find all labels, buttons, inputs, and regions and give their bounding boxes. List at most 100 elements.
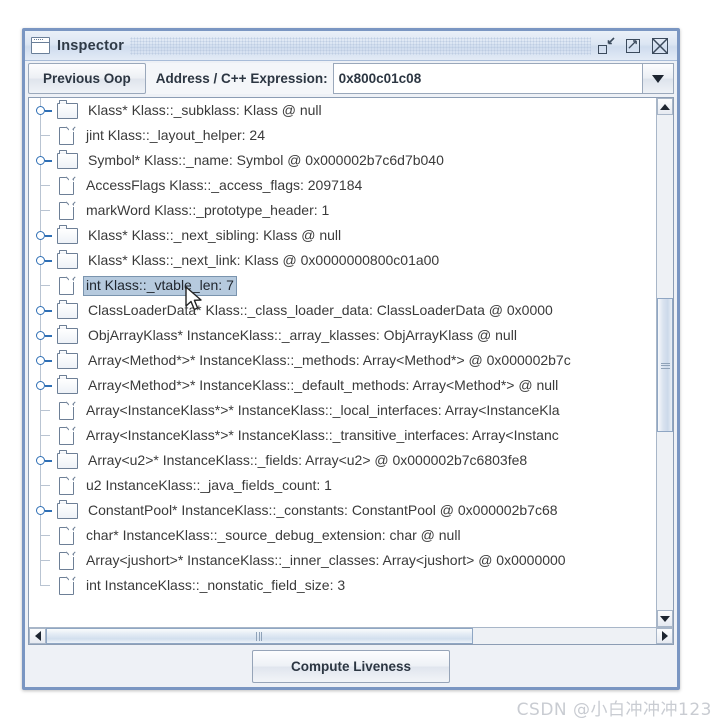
tree-row[interactable]: Symbol* Klass::_name: Symbol @ 0x000002b…	[29, 148, 574, 173]
tree-expand-toggle[interactable]	[35, 248, 57, 273]
tree-expand-toggle[interactable]	[35, 498, 57, 523]
expand-handle-stem	[45, 235, 52, 237]
tree-row[interactable]: Klass* Klass::_subklass: Klass @ null	[29, 98, 574, 123]
document-icon	[59, 526, 74, 545]
tree-row-label: jint Klass::_layout_helper: 24	[86, 126, 265, 143]
tree-expand-toggle[interactable]	[35, 298, 57, 323]
address-label: Address / C++ Expression:	[145, 63, 333, 94]
document-icon	[59, 276, 74, 295]
previous-oop-button[interactable]: Previous Oop	[28, 63, 146, 94]
tree-horizontal-scrollbar[interactable]	[29, 627, 673, 644]
tree-row-label: Symbol* Klass::_name: Symbol @ 0x000002b…	[88, 151, 444, 168]
folder-icon	[57, 150, 78, 169]
folder-icon	[57, 325, 78, 344]
scroll-left-button[interactable]	[29, 628, 46, 644]
tree-viewport[interactable]: Klass* Klass::_subklass: Klass @ nulljin…	[29, 98, 656, 627]
tree-row-label: ClassLoaderData* Klass::_class_loader_da…	[88, 301, 553, 318]
tree-leaf-connector	[35, 198, 57, 223]
tree-row[interactable]: Array<InstanceKlass*>* InstanceKlass::_t…	[29, 423, 574, 448]
folder-icon	[57, 250, 78, 269]
tree-row[interactable]: Klass* Klass::_next_sibling: Klass @ nul…	[29, 223, 574, 248]
scroll-right-button[interactable]	[656, 628, 673, 644]
tree-row[interactable]: int Klass::_vtable_len: 7	[29, 273, 574, 298]
tree-leaf-connector	[35, 273, 57, 298]
folder-icon	[57, 500, 78, 519]
expand-handle-icon	[36, 456, 45, 465]
tree-row-label: Array<InstanceKlass*>* InstanceKlass::_l…	[86, 401, 560, 418]
tree-row[interactable]: Klass* Klass::_next_link: Klass @ 0x0000…	[29, 248, 574, 273]
tree-expand-toggle[interactable]	[35, 148, 57, 173]
expand-handle-stem	[45, 385, 52, 387]
folder-icon	[57, 100, 78, 119]
tree-vertical-scrollbar[interactable]	[656, 98, 673, 627]
expand-handle-icon	[36, 506, 45, 515]
compute-liveness-button[interactable]: Compute Liveness	[251, 649, 451, 683]
close-button[interactable]	[651, 37, 669, 55]
tree-row[interactable]: ClassLoaderData* Klass::_class_loader_da…	[29, 298, 574, 323]
tree-row[interactable]: jint Klass::_layout_helper: 24	[29, 123, 574, 148]
tree-row[interactable]: AccessFlags Klass::_access_flags: 209718…	[29, 173, 574, 198]
tree-row[interactable]: Array<Method*>* InstanceKlass::_methods:…	[29, 348, 574, 373]
address-input[interactable]: 0x800c01c08	[332, 63, 642, 94]
tree-leaf-connector	[35, 473, 57, 498]
tree-row[interactable]: Array<u2>* InstanceKlass::_fields: Array…	[29, 448, 574, 473]
tree-row[interactable]: markWord Klass::_prototype_header: 1	[29, 198, 574, 223]
footer-bar: Compute Liveness	[25, 645, 677, 687]
window-icon	[31, 37, 50, 54]
address-dropdown-button[interactable]	[642, 63, 674, 94]
tree-row[interactable]: Array<jushort>* InstanceKlass::_inner_cl…	[29, 548, 574, 573]
tree-expand-toggle[interactable]	[35, 323, 57, 348]
tree-row-label: Klass* Klass::_subklass: Klass @ null	[88, 101, 322, 118]
tree-row[interactable]: ConstantPool* InstanceKlass::_constants:…	[29, 498, 574, 523]
maximize-button[interactable]	[624, 37, 642, 55]
tree-leaf-connector	[35, 548, 57, 573]
tree-row-label: ConstantPool* InstanceKlass::_constants:…	[88, 501, 558, 518]
folder-icon	[57, 225, 78, 244]
window-titlebar: Inspector	[25, 31, 677, 61]
address-toolbar: Previous Oop Address / C++ Expression: 0…	[25, 61, 677, 97]
document-icon	[59, 201, 74, 220]
expand-handle-icon	[36, 356, 45, 365]
tree-expand-toggle[interactable]	[35, 448, 57, 473]
tree-rows: Klass* Klass::_subklass: Klass @ nulljin…	[29, 98, 574, 598]
inspector-tree-panel: Klass* Klass::_subklass: Klass @ nulljin…	[28, 97, 674, 645]
tree-row[interactable]: Array<InstanceKlass*>* InstanceKlass::_l…	[29, 398, 574, 423]
tree-row[interactable]: char* InstanceKlass::_source_debug_exten…	[29, 523, 574, 548]
horizontal-scroll-thumb[interactable]	[46, 628, 473, 644]
triangle-down-icon	[660, 615, 670, 622]
tree-row[interactable]: int InstanceKlass::_nonstatic_field_size…	[29, 573, 574, 598]
expand-handle-icon	[36, 306, 45, 315]
tree-row[interactable]: u2 InstanceKlass::_java_fields_count: 1	[29, 473, 574, 498]
scroll-grip-icon	[660, 361, 670, 369]
document-icon	[59, 176, 74, 195]
expand-handle-stem	[45, 335, 52, 337]
tree-expand-toggle[interactable]	[35, 98, 57, 123]
inspector-window: Inspector Previous Oop Address / C++ Exp…	[22, 28, 680, 690]
tree-row[interactable]: Array<Method*>* InstanceKlass::_default_…	[29, 373, 574, 398]
tree-leaf-connector	[35, 123, 57, 148]
tree-expand-toggle[interactable]	[35, 223, 57, 248]
tree-leaf-connector	[35, 173, 57, 198]
folder-icon	[57, 300, 78, 319]
expand-handle-stem	[45, 260, 52, 262]
tree-row-label: char* InstanceKlass::_source_debug_exten…	[86, 526, 461, 543]
document-icon	[59, 126, 74, 145]
chevron-down-icon	[652, 74, 664, 83]
scroll-up-button[interactable]	[657, 98, 673, 115]
scroll-down-button[interactable]	[657, 610, 673, 627]
expand-handle-icon	[36, 106, 45, 115]
tree-expand-toggle[interactable]	[35, 373, 57, 398]
scroll-grip-icon	[256, 631, 263, 641]
document-icon	[59, 551, 74, 570]
vertical-scroll-track[interactable]	[657, 115, 673, 610]
watermark-text: CSDN @小白冲冲冲123	[516, 700, 712, 720]
tree-expand-toggle[interactable]	[35, 348, 57, 373]
tree-body: Klass* Klass::_subklass: Klass @ nulljin…	[29, 98, 673, 627]
expand-handle-stem	[45, 360, 52, 362]
folder-icon	[57, 450, 78, 469]
restore-button[interactable]	[597, 36, 615, 55]
vertical-scroll-thumb[interactable]	[657, 298, 673, 432]
tree-row[interactable]: ObjArrayKlass* InstanceKlass::_array_kla…	[29, 323, 574, 348]
tree-row-label: int Klass::_vtable_len: 7	[83, 275, 237, 296]
horizontal-scroll-track[interactable]	[46, 628, 656, 644]
